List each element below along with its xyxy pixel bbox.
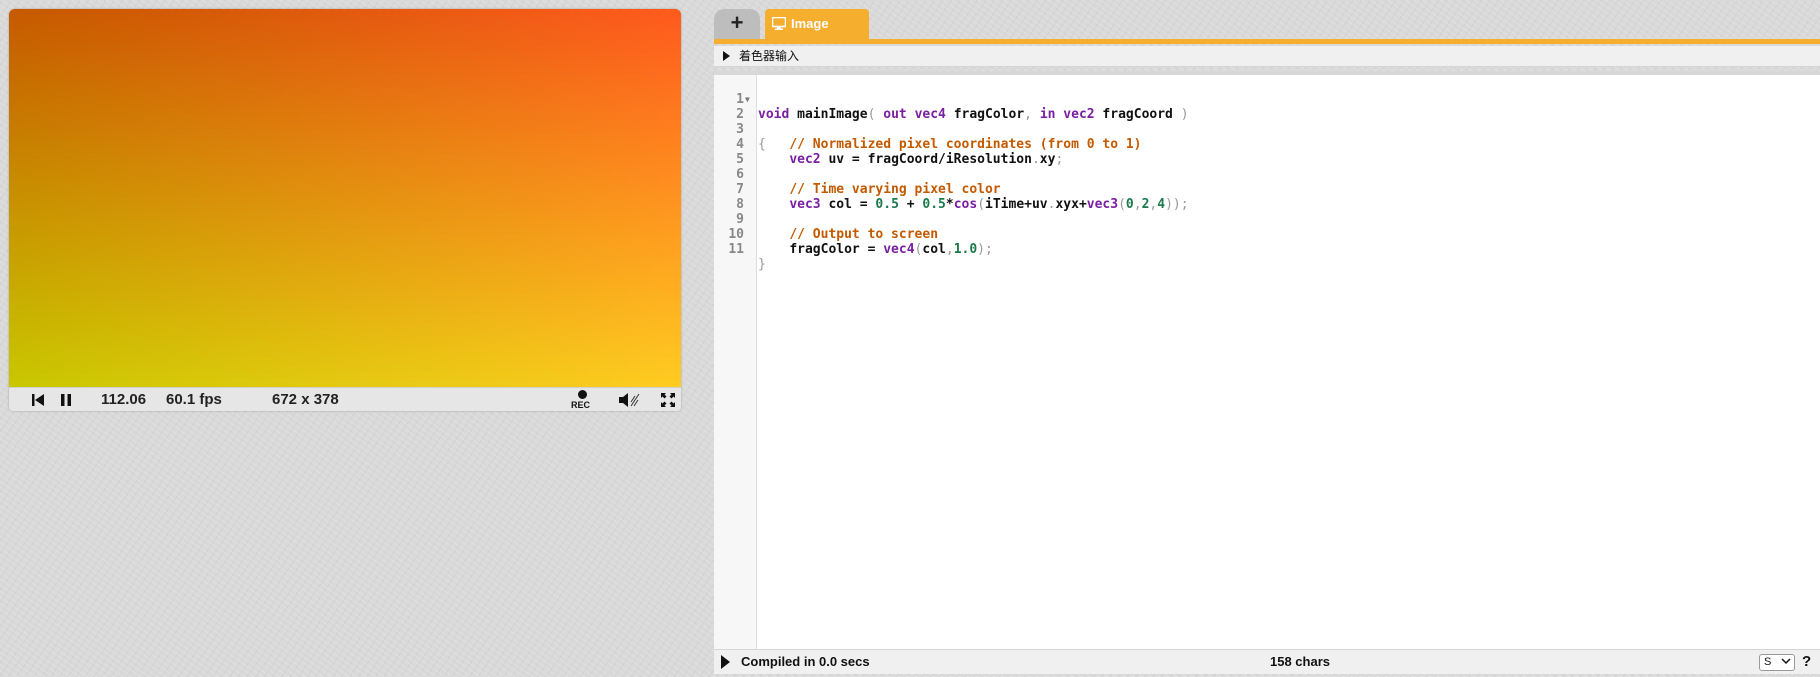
code-text: } [758, 257, 766, 272]
rewind-icon[interactable] [31, 393, 45, 407]
code-comment: // Normalized pixel coordinates (from 0 … [789, 137, 1142, 152]
pause-icon[interactable] [60, 393, 72, 407]
help-icon[interactable]: ? [1802, 650, 1811, 674]
monitor-icon [772, 17, 786, 30]
record-button[interactable]: REC [570, 390, 596, 411]
code-token: vec3 [789, 197, 821, 212]
fps-readout: 60.1 fps [166, 391, 222, 408]
code-token: fragCoord [1094, 107, 1173, 122]
code-text: fragColor = vec4(col,1.0); [758, 242, 993, 257]
code-token: xyx+ [1055, 197, 1087, 212]
code-line: 2 ▼ { [714, 92, 777, 152]
code-line: 7 vec3 col = 0.5 + 0.5*cos(iTime+uv.xyx+… [714, 167, 1188, 212]
shader-canvas[interactable] [9, 9, 681, 387]
code-token: col = [820, 197, 876, 212]
code-token: mainImage [789, 107, 868, 122]
code-token: uv = fragCoord/iResolution [820, 152, 1032, 167]
add-tab-button[interactable]: + [714, 9, 760, 39]
code-token: ( [977, 197, 986, 212]
code-text: // Output to screen [758, 227, 938, 242]
code-token: fragColor = [789, 242, 884, 257]
shader-inputs-toggle[interactable]: 着色器输入 [714, 46, 1820, 67]
compile-status: Compiled in 0.0 secs [741, 654, 870, 669]
tab-image-label: Image [791, 16, 829, 31]
char-count: 158 chars [1270, 654, 1330, 669]
code-textarea[interactable]: 1 void mainImage( out vec4 fragColor, in… [714, 71, 1820, 649]
code-token: xy [1039, 152, 1056, 167]
code-comment: // Time varying pixel color [789, 182, 1001, 197]
code-token: vec4 [883, 242, 915, 257]
code-line: 8 [714, 182, 777, 212]
record-label: REC [571, 400, 591, 410]
code-token: ; [1055, 152, 1064, 167]
code-token: vec4 [914, 107, 946, 122]
code-text: vec2 uv = fragCoord/iResolution.xy; [758, 152, 1063, 167]
fold-toggle-icon[interactable]: ▼ [745, 92, 750, 107]
code-line: 4 vec2 uv = fragCoord/iResolution.xy; [714, 122, 1063, 167]
code-text: // Time varying pixel color [758, 182, 1001, 197]
code-line: 3 // Normalized pixel coordinates (from … [714, 107, 1141, 152]
code-line: 1 void mainImage( out vec4 fragColor, in… [714, 77, 1188, 122]
record-icon [578, 390, 587, 399]
code-line: 9 // Output to screen [714, 197, 938, 242]
fullscreen-icon[interactable] [661, 393, 675, 407]
code-token: fragColor [945, 107, 1025, 122]
player-controls: 112.06 60.1 fps 672 x 378 REC [9, 387, 681, 411]
code-token: ; [1180, 197, 1189, 212]
code-token: vec2 [1063, 107, 1095, 122]
code-text: void mainImage( out vec4 fragColor, in v… [758, 107, 1189, 122]
code-token: ( [867, 107, 884, 122]
code-token: 1.0 [953, 242, 978, 257]
code-token: ) [977, 242, 985, 257]
code-token: 4 [1157, 197, 1166, 212]
code-token: ) [1172, 107, 1189, 122]
chevron-down-icon [1781, 658, 1791, 665]
code-token: , [1024, 107, 1040, 122]
compile-triangle-icon[interactable] [721, 655, 730, 669]
tab-image[interactable]: Image [765, 9, 869, 39]
code-editor-panel: + Image 着色器输入 1 void mainImage( out vec4… [714, 9, 1820, 677]
code-token: 0 [1125, 197, 1134, 212]
expand-triangle-icon [723, 51, 730, 61]
code-token: col [922, 242, 946, 257]
code-token: out [883, 107, 907, 122]
line-number: 11 [728, 242, 744, 257]
code-line: 10 fragColor = vec4(col,1.0); [714, 212, 992, 257]
code-token: * [945, 197, 954, 212]
code-lines: 1 void mainImage( out vec4 fragColor, in… [714, 77, 1188, 272]
time-readout: 112.06 [101, 391, 147, 408]
tab-underline [714, 39, 1820, 44]
resolution-readout: 672 x 378 [272, 391, 339, 408]
code-token: ( [1118, 197, 1126, 212]
shader-inputs-label: 着色器输入 [739, 49, 800, 63]
code-token: , [945, 242, 954, 257]
code-line: 6 // Time varying pixel color [714, 152, 1000, 197]
code-token: + [898, 197, 923, 212]
code-line: 5 [714, 137, 777, 167]
code-token: 0.5 [922, 197, 946, 212]
shader-select-value: S [1764, 656, 1772, 668]
volume-icon[interactable] [618, 392, 640, 408]
code-token: in [1039, 107, 1056, 122]
code-token: vec2 [789, 152, 821, 167]
shader-player: 112.06 60.1 fps 672 x 378 REC [9, 9, 681, 411]
code-text: // Normalized pixel coordinates (from 0 … [758, 137, 1142, 152]
code-token: vec3 [1086, 197, 1119, 212]
code-token: cos [953, 197, 978, 212]
canvas-gradient [9, 9, 681, 387]
code-token: , [1133, 197, 1142, 212]
code-token: } [758, 257, 766, 272]
shader-select[interactable]: S [1759, 654, 1795, 671]
code-token: iTime+uv [985, 197, 1048, 212]
code-token: . [1031, 152, 1040, 167]
code-token: 0.5 [875, 197, 899, 212]
status-bar: Compiled in 0.0 secs 158 chars S ? [714, 649, 1820, 674]
code-token: )) [1165, 197, 1181, 212]
code-line: 11 } [714, 227, 777, 272]
code-comment: // Output to screen [789, 227, 939, 242]
tab-bar: + Image [714, 9, 1820, 44]
code-text: vec3 col = 0.5 + 0.5*cos(iTime+uv.xyx+ve… [758, 197, 1189, 212]
code-token: ; [985, 242, 993, 257]
